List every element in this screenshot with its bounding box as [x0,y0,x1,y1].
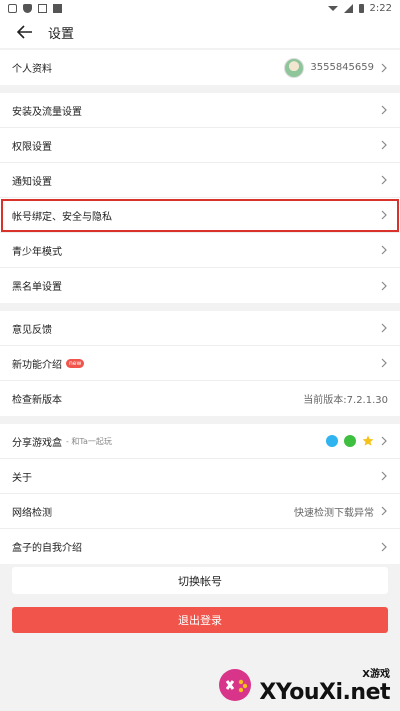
chevron-right-icon [381,281,387,290]
qq-icon[interactable] [326,435,338,447]
chevron-right-icon [381,436,387,446]
chevron-right-icon [381,358,387,368]
row-label: 新功能介绍 [12,359,62,371]
about-row[interactable]: 关于 [0,459,400,494]
signal-icon [343,3,353,13]
row-label: 网络检测 [12,507,52,519]
status-time: 2:22 [369,2,392,14]
chevron-right-icon [381,506,387,516]
teen-mode-row[interactable]: 青少年模式 [0,233,400,268]
chevron-right-icon [381,245,387,255]
notification-settings-row[interactable]: 通知设置 [0,163,400,198]
chevron-right-icon [381,140,387,150]
switch-account-button[interactable]: 切换帐号 [12,567,388,594]
star-icon[interactable] [362,435,374,447]
chevron-right-icon [381,175,387,185]
wechat-icon[interactable] [344,435,356,447]
settings-group-2: 意见反馈 新功能介绍 new 检查新版本 当前版本:7.2.1.30 [0,311,400,416]
chevron-right-icon [381,542,387,551]
notification-icon [8,3,17,13]
app-bar: 设置 [0,16,400,48]
watermark-small-text: X游戏 [362,669,390,680]
share-subtitle: - 和Ta一起玩 [66,436,112,446]
row-label: 通知设置 [12,176,52,188]
logout-button[interactable]: 退出登录 [12,607,388,633]
profile-row[interactable]: 个人资料 3555845659 [0,50,400,85]
check-version-row[interactable]: 检查新版本 当前版本:7.2.1.30 [0,381,400,416]
page-title: 设置 [48,26,75,42]
row-label: 检查新版本 [12,395,62,406]
feedback-row[interactable]: 意见反馈 [0,311,400,346]
watermark-site-text: XYouXi.net [259,680,390,705]
network-value: 快速检测下载异常 [294,507,374,519]
app-icon [38,3,47,13]
battery-icon [358,3,364,13]
row-label: 权限设置 [12,141,52,153]
box-intro-row[interactable]: 盒子的自我介绍 [0,529,400,564]
status-bar: 2:22 [0,0,400,16]
new-features-row[interactable]: 新功能介绍 new [0,346,400,381]
row-label: 青少年模式 [12,246,62,258]
chevron-right-icon [381,471,387,481]
chevron-right-icon [381,323,387,333]
version-value: 当前版本:7.2.1.30 [303,395,388,406]
profile-label: 个人资料 [12,64,52,75]
chevron-right-icon [381,63,387,72]
permission-settings-row[interactable]: 权限设置 [0,128,400,163]
row-label: 盒子的自我介绍 [12,543,82,554]
user-id: 3555845659 [310,62,374,73]
back-arrow-icon [17,25,32,39]
row-label: 分享游戏盒 [12,437,62,449]
watermark: X游戏 XYouXi.net [215,665,390,705]
network-check-row[interactable]: 网络检测 快速检测下载异常 [0,494,400,529]
row-label: 意见反馈 [12,324,52,336]
row-label: 帐号绑定、安全与隐私 [12,211,112,223]
row-label: 黑名单设置 [12,282,62,293]
settings-group-1: 安装及流量设置 权限设置 通知设置 帐号绑定、安全与隐私 青少年模式 黑名单设置 [0,93,400,303]
text-icon [53,3,62,13]
install-traffic-settings-row[interactable]: 安装及流量设置 [0,93,400,128]
share-row[interactable]: 分享游戏盒 - 和Ta一起玩 [0,424,400,459]
profile-group: 个人资料 3555845659 [0,50,400,85]
settings-group-3: 分享游戏盒 - 和Ta一起玩 关于 网络检测 快速检测下载异常 盒子的自我介绍 [0,424,400,564]
chevron-right-icon [381,105,387,115]
chevron-right-icon [381,210,387,220]
row-label: 关于 [12,472,32,484]
account-security-privacy-row[interactable]: 帐号绑定、安全与隐私 [0,198,400,233]
gamepad-logo-icon [219,669,252,701]
shield-icon [23,3,32,13]
wifi-icon [327,5,338,11]
back-button[interactable] [16,23,34,41]
avatar [284,57,305,78]
new-badge: new [66,358,85,368]
blacklist-settings-row[interactable]: 黑名单设置 [0,268,400,303]
row-label: 安装及流量设置 [12,106,82,118]
